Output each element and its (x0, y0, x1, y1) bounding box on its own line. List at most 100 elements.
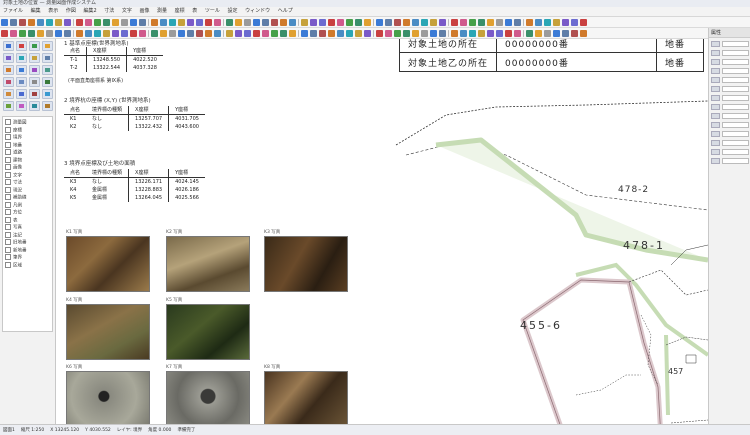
toolbar-button[interactable] (85, 29, 92, 37)
toolbar-button[interactable] (214, 29, 221, 37)
toolbar-button[interactable] (544, 18, 551, 26)
boundary-photo[interactable] (264, 371, 348, 424)
status-scale[interactable]: 縮尺 1:250 (18, 427, 47, 433)
property-value-field[interactable] (722, 148, 749, 155)
toolbar-button[interactable] (505, 29, 512, 37)
menu-item-help[interactable]: ヘルプ (275, 7, 296, 16)
layer-item[interactable]: 補助線 (5, 194, 50, 202)
draw-tool-button[interactable] (3, 77, 14, 87)
toolbar-button[interactable] (319, 18, 326, 26)
toolbar-button[interactable] (412, 18, 419, 26)
toolbar-button[interactable] (280, 29, 287, 37)
layer-checkbox[interactable] (5, 239, 11, 245)
toolbar-button[interactable] (151, 29, 158, 37)
toolbar-button[interactable] (355, 18, 362, 26)
draw-tool-button[interactable] (42, 89, 53, 99)
toolbar-button[interactable] (514, 18, 521, 26)
draw-tool-button[interactable] (29, 89, 40, 99)
layer-item[interactable]: 画像 (5, 164, 50, 172)
toolbar-button[interactable] (271, 29, 278, 37)
toolbar-button[interactable] (385, 29, 392, 37)
property-row[interactable] (711, 112, 749, 119)
toolbar-button[interactable] (130, 29, 137, 37)
property-value-field[interactable] (722, 139, 749, 146)
toolbar-button[interactable] (1, 18, 8, 26)
property-value-field[interactable] (722, 157, 749, 164)
toolbar-button[interactable] (103, 18, 110, 26)
toolbar-button[interactable] (337, 18, 344, 26)
toolbar-button[interactable] (403, 29, 410, 37)
toolbar-button[interactable] (235, 18, 242, 26)
toolbar-button[interactable] (430, 18, 437, 26)
toolbar-button[interactable] (253, 29, 260, 37)
toolbar-button[interactable] (280, 18, 287, 26)
toolbar-button[interactable] (55, 29, 62, 37)
toolbar-button[interactable] (319, 29, 326, 37)
toolbar-button[interactable] (553, 18, 560, 26)
property-row[interactable] (711, 94, 749, 101)
layer-item[interactable]: 筆界 (5, 254, 50, 262)
toolbar-button[interactable] (580, 29, 587, 37)
property-row[interactable] (711, 67, 749, 74)
toolbar-button[interactable] (196, 18, 203, 26)
layer-item[interactable]: 写真 (5, 224, 50, 232)
toolbar-button[interactable] (214, 18, 221, 26)
property-row[interactable] (711, 148, 749, 155)
toolbar-button[interactable] (514, 29, 521, 37)
property-value-field[interactable] (722, 112, 749, 119)
toolbar-button[interactable] (526, 18, 533, 26)
property-row[interactable] (711, 130, 749, 137)
toolbar-button[interactable] (496, 29, 503, 37)
toolbar-button[interactable] (478, 18, 485, 26)
toolbar-button[interactable] (178, 29, 185, 37)
toolbar-button[interactable] (64, 18, 71, 26)
toolbar-button[interactable] (19, 18, 26, 26)
toolbar-button[interactable] (262, 18, 269, 26)
menu-item-file[interactable]: ファイル (0, 7, 26, 16)
menu-item-image[interactable]: 画像 (136, 7, 152, 16)
toolbar-button[interactable] (226, 29, 233, 37)
toolbar-button[interactable] (412, 29, 419, 37)
draw-tool-button[interactable] (3, 101, 14, 111)
layer-checkbox[interactable] (5, 156, 11, 163)
draw-tool-button[interactable] (3, 41, 14, 51)
property-row[interactable] (711, 103, 749, 110)
layer-item[interactable]: 注記 (5, 231, 50, 240)
toolbar-button[interactable] (571, 29, 578, 37)
layer-checkbox[interactable] (5, 171, 11, 178)
toolbar-button[interactable] (205, 18, 212, 26)
toolbar-button[interactable] (19, 29, 26, 37)
property-value-field[interactable] (722, 130, 749, 137)
toolbar-button[interactable] (205, 29, 212, 37)
layer-checkbox[interactable] (5, 164, 11, 170)
draw-tool-button[interactable] (29, 53, 40, 63)
toolbar-button[interactable] (178, 18, 185, 26)
layer-item[interactable]: 寸法 (5, 179, 50, 187)
property-value-field[interactable] (722, 76, 749, 83)
property-value-field[interactable] (722, 58, 749, 65)
draw-tool-button[interactable] (16, 41, 27, 51)
toolbar-button[interactable] (1, 29, 8, 37)
draw-tool-button[interactable] (42, 65, 53, 75)
toolbar-button[interactable] (487, 29, 494, 37)
toolbar-button[interactable] (151, 18, 158, 26)
property-value-field[interactable] (722, 121, 749, 128)
toolbar-button[interactable] (85, 18, 92, 26)
status-layer[interactable]: レイヤ: 境界 (114, 427, 145, 433)
toolbar-button[interactable] (376, 18, 383, 26)
toolbar-button[interactable] (346, 18, 353, 26)
toolbar-button[interactable] (187, 18, 194, 26)
toolbar-button[interactable] (10, 29, 17, 37)
toolbar-button[interactable] (112, 29, 119, 37)
toolbar-button[interactable] (130, 18, 137, 26)
layer-checkbox[interactable] (5, 261, 11, 268)
property-row[interactable] (711, 139, 749, 146)
toolbar-button[interactable] (364, 29, 371, 37)
property-value-field[interactable] (722, 94, 749, 101)
toolbar-button[interactable] (139, 18, 146, 26)
toolbar-button[interactable] (526, 29, 533, 37)
toolbar-button[interactable] (271, 18, 278, 26)
layer-item[interactable]: 方位 (5, 209, 50, 217)
toolbar-button[interactable] (310, 18, 317, 26)
toolbar-button[interactable] (580, 18, 587, 26)
